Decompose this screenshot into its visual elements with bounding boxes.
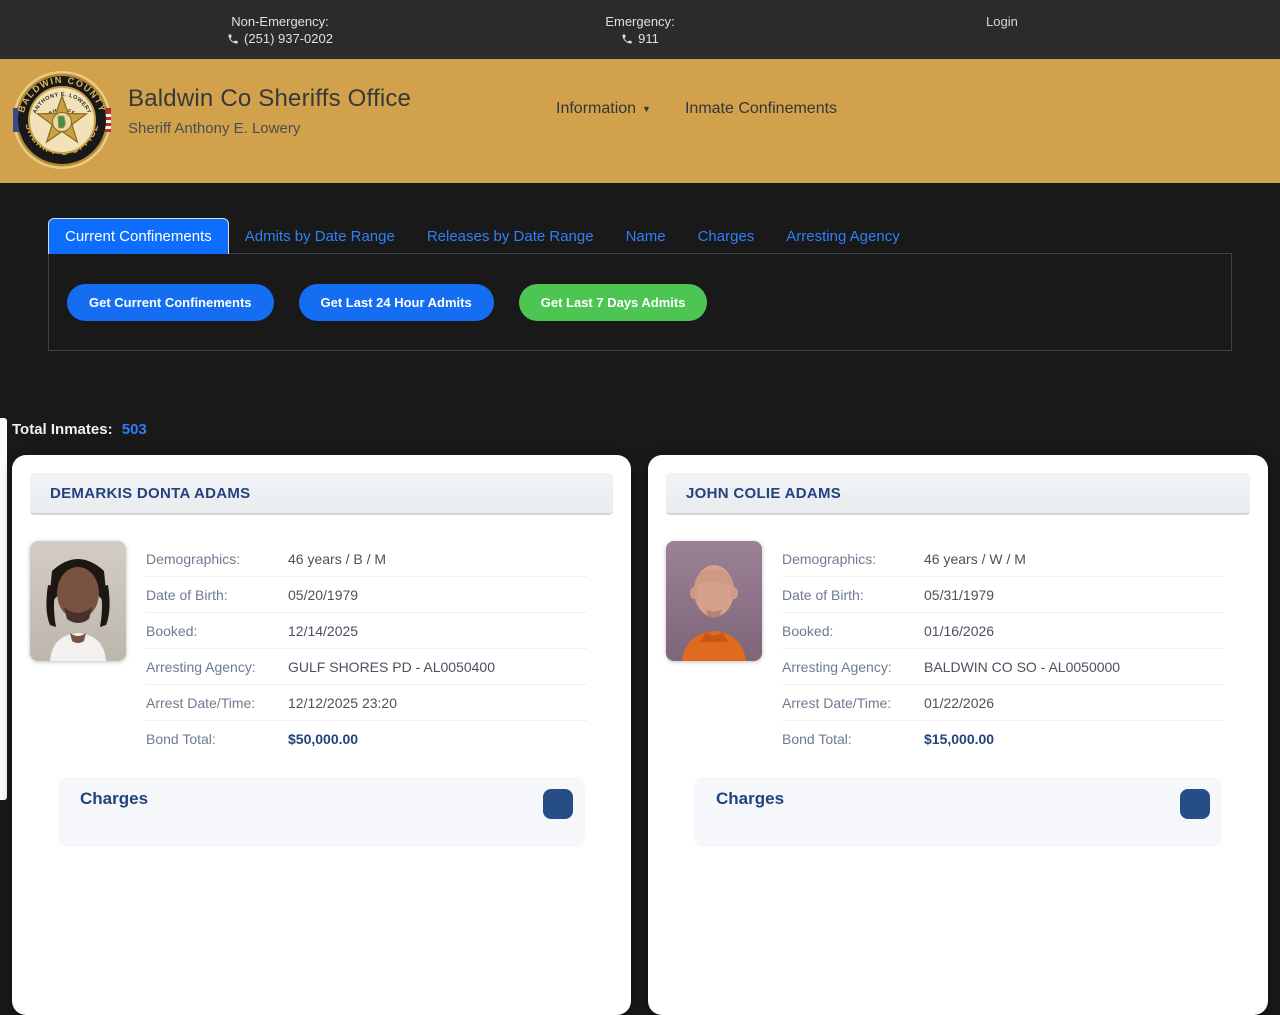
tab-arresting-agency[interactable]: Arresting Agency	[770, 220, 915, 253]
detail-row-bond-total: Bond Total: $50,000.00	[146, 731, 359, 747]
get-last-24-hour-admits-button[interactable]: Get Last 24 Hour Admits	[298, 283, 494, 321]
inmate-details-table: Demographics: 46 years / B / M Date of Bi…	[146, 541, 587, 757]
detail-row: Arrest Date/Time: 12/12/2025 23:20	[146, 685, 587, 721]
site-title[interactable]: Baldwin Co Sheriffs Office	[128, 85, 411, 113]
emergency-number: 911	[638, 31, 659, 46]
detail-row: Booked: 01/16/2026	[782, 613, 1224, 649]
detail-row: Booked: 12/14/2025	[146, 613, 587, 649]
inmate-card: DEMARKIS DONTA ADAMS Demographics: 46 ye…	[12, 455, 631, 1015]
charges-section: Charges	[694, 777, 1222, 847]
utility-bar: Non-Emergency: (251) 937-0202 Emergency:…	[0, 0, 1280, 59]
nav-information-dropdown[interactable]: Information ▼	[556, 100, 651, 118]
tab-name[interactable]: Name	[610, 220, 682, 253]
inmate-name: JOHN COLIE ADAMS	[686, 484, 842, 502]
sheriff-badge-logo[interactable]: BALDWIN COUNTY SHERIFF'S OFFICE ANTHONY …	[12, 70, 112, 170]
detail-row: Arresting Agency: BALDWIN CO SO - AL00500…	[782, 649, 1224, 685]
tab-releases-by-date-range[interactable]: Releases by Date Range	[411, 220, 610, 253]
chevron-down-icon: ▼	[642, 104, 651, 114]
get-current-confinements-button[interactable]: Get Current Confinements	[67, 283, 274, 321]
tab-bar: Current Confinements Admits by Date Rang…	[48, 218, 1232, 254]
mugshot-photo	[666, 541, 762, 661]
detail-row: Arresting Agency: GULF SHORES PD - AL0050…	[146, 649, 587, 685]
site-header: BALDWIN COUNTY SHERIFF'S OFFICE ANTHONY …	[0, 59, 1280, 183]
inmate-details-table: Demographics: 46 years / W / M Date of Bi…	[782, 541, 1224, 757]
non-emergency-label: Non-Emergency:	[231, 14, 329, 29]
non-emergency-contact: Non-Emergency: (251) 937-0202	[170, 13, 390, 49]
tab-panel: Get Current Confinements Get Last 24 Hou…	[48, 254, 1232, 351]
site-subtitle: Sheriff Anthony E. Lowery	[128, 120, 301, 137]
inmate-name-header: DEMARKIS DONTA ADAMS	[30, 473, 613, 515]
tab-admits-by-date-range[interactable]: Admits by Date Range	[229, 220, 411, 253]
charges-title: Charges	[80, 789, 149, 808]
non-emergency-phone-link[interactable]: (251) 937-0202	[227, 30, 333, 47]
charges-expand-button[interactable]	[543, 789, 573, 819]
detail-row: Demographics: 46 years / W / M	[782, 541, 1224, 577]
confinement-tabs-section: Current Confinements Admits by Date Rang…	[48, 218, 1232, 351]
detail-row-bond-total: Bond Total: $15,000.00	[782, 731, 995, 747]
charges-section: Charges	[58, 777, 585, 847]
mugshot-photo	[30, 541, 126, 661]
tab-charges[interactable]: Charges	[682, 220, 771, 253]
inmate-card-list: DEMARKIS DONTA ADAMS Demographics: 46 ye…	[12, 455, 1268, 1015]
detail-row: Arrest Date/Time: 01/22/2026	[782, 685, 1224, 721]
detail-row: Date of Birth: 05/31/1979	[782, 577, 1224, 613]
total-inmates-summary: Total Inmates: 503	[12, 421, 147, 438]
nav-information-label: Information	[556, 100, 637, 117]
brand-block: Baldwin Co Sheriffs Office Sheriff Antho…	[128, 85, 411, 137]
total-inmates-count[interactable]: 503	[122, 421, 147, 438]
get-last-7-days-admits-button[interactable]: Get Last 7 Days Admits	[518, 283, 708, 321]
non-emergency-number: (251) 937-0202	[244, 31, 333, 46]
emergency-phone-link[interactable]: 911	[621, 30, 659, 47]
main-nav: Information ▼ Inmate Confinements	[556, 59, 837, 159]
inmate-name: DEMARKIS DONTA ADAMS	[50, 484, 251, 502]
charges-expand-button[interactable]	[1180, 789, 1210, 819]
charges-title: Charges	[716, 789, 785, 808]
phone-icon	[228, 34, 238, 43]
inmate-card: JOHN COLIE ADAMS Demographics: 46 years …	[648, 455, 1268, 1015]
emergency-contact: Emergency: 911	[530, 13, 750, 49]
inmate-name-header: JOHN COLIE ADAMS	[666, 473, 1250, 515]
login-link[interactable]: Login	[986, 14, 1018, 29]
nav-inmate-confinements[interactable]: Inmate Confinements	[685, 100, 837, 118]
tab-current-confinements[interactable]: Current Confinements	[48, 218, 229, 254]
detail-row: Date of Birth: 05/20/1979	[146, 577, 587, 613]
phone-icon	[622, 34, 632, 43]
adjacent-card-edge	[0, 418, 7, 800]
nav-inmate-confinements-label: Inmate Confinements	[684, 100, 838, 117]
total-inmates-label: Total Inmates:	[12, 421, 113, 438]
detail-row: Demographics: 46 years / B / M	[146, 541, 587, 577]
emergency-label: Emergency:	[605, 14, 675, 29]
